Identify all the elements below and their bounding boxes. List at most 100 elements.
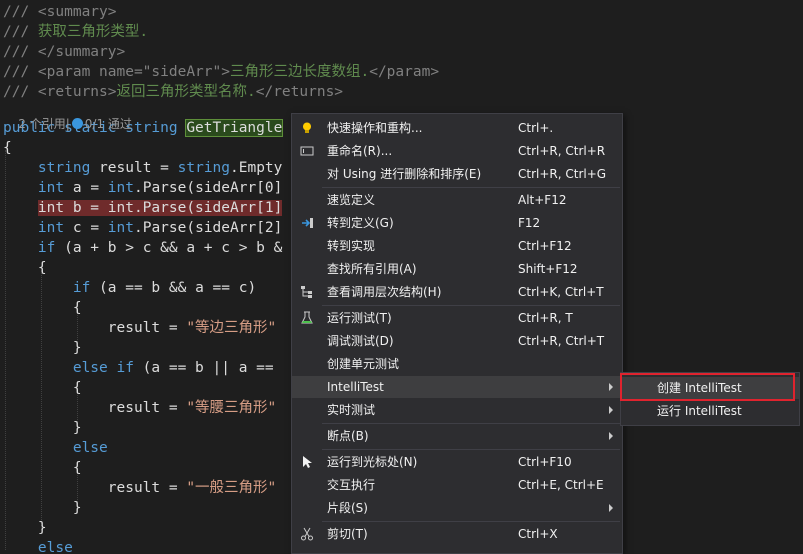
- menu-item-label: 转到实现: [327, 239, 376, 253]
- codelens-separator: |: [65, 117, 70, 131]
- menu-item-label: 对 Using 进行删除和排序(E): [327, 167, 482, 181]
- code-line[interactable]: if (a == b && a == c): [3, 278, 256, 298]
- menu-item-quick-actions[interactable]: 快速操作和重构... Ctrl+.: [292, 117, 622, 139]
- menu-item-live-testing[interactable]: 实时测试: [292, 399, 622, 421]
- code-line[interactable]: }: [3, 338, 82, 358]
- menu-item-label: 交互执行: [327, 478, 376, 492]
- code-line[interactable]: else if (a == b || a ==: [3, 358, 274, 378]
- cursor-arrow-icon: [300, 455, 314, 469]
- submenu-arrow-icon: [609, 504, 613, 512]
- code-token: 返回三角形类型名称.: [116, 84, 256, 100]
- code-line[interactable]: else: [3, 538, 73, 552]
- code-token: {: [3, 460, 82, 476]
- menu-item-cut[interactable]: 剪切(T) Ctrl+X: [292, 523, 622, 545]
- code-line[interactable]: /// </summary>: [3, 42, 125, 62]
- code-line[interactable]: {: [3, 298, 82, 318]
- menu-item-snippet[interactable]: 片段(S): [292, 497, 622, 519]
- menu-separator: [322, 305, 620, 306]
- menu-item-find-all-references[interactable]: 查找所有引用(A) Shift+F12: [292, 258, 622, 280]
- code-token: (a == b || a ==: [133, 360, 274, 376]
- code-token: <returns>: [37, 84, 117, 100]
- menu-item-call-hierarchy[interactable]: 查看调用层次结构(H) Ctrl+K, Ctrl+T: [292, 281, 622, 303]
- code-token: }: [3, 340, 82, 356]
- code-token: }: [3, 520, 47, 536]
- code-token: int: [107, 220, 134, 236]
- menu-item-run-to-cursor[interactable]: 运行到光标处(N) Ctrl+F10: [292, 451, 622, 473]
- menu-item-shortcut: Ctrl+R, Ctrl+T: [518, 334, 605, 348]
- scissors-icon: [300, 527, 314, 541]
- code-token: int: [107, 180, 134, 196]
- code-token: else: [37, 540, 73, 552]
- code-line[interactable]: {: [3, 378, 82, 398]
- code-token: </summary>: [37, 44, 126, 60]
- menu-item-organize-usings[interactable]: 对 Using 进行删除和排序(E) Ctrl+R, Ctrl+G: [292, 163, 622, 185]
- code-token: (a + b > c && a + c > b &: [55, 240, 283, 256]
- code-line[interactable]: }: [3, 518, 47, 538]
- code-line[interactable]: int c = int.Parse(sideArr[2]: [3, 218, 282, 238]
- codelens-references[interactable]: 2 个引用: [18, 117, 65, 131]
- code-token: 获取三角形类型.: [37, 24, 149, 40]
- codelens[interactable]: 2 个引用| 0/1 通过: [3, 100, 132, 131]
- code-token: result =: [90, 160, 178, 176]
- menu-item-create-unit-tests[interactable]: 创建单元测试: [292, 353, 622, 375]
- code-token: </returns>: [255, 84, 344, 100]
- code-line[interactable]: {: [3, 258, 47, 278]
- code-line[interactable]: result = "一般三角形": [3, 478, 277, 498]
- menu-item-interactive[interactable]: 交互执行 Ctrl+E, Ctrl+E: [292, 474, 622, 496]
- code-token: "等腰三角形": [186, 400, 277, 416]
- menu-item-shortcut: Ctrl+R, Ctrl+G: [518, 167, 607, 181]
- code-token: ///: [3, 44, 38, 60]
- code-line[interactable]: string result = string.Empty: [3, 158, 282, 178]
- code-token: .Parse(sideArr[0]: [133, 180, 283, 196]
- code-line[interactable]: /// <summary>: [3, 2, 117, 22]
- code-line[interactable]: result = "等边三角形": [3, 318, 277, 338]
- codelens-tests[interactable]: 0/1 通过: [85, 117, 132, 131]
- code-line[interactable]: /// 获取三角形类型.: [3, 22, 148, 42]
- code-line[interactable]: }: [3, 418, 82, 438]
- menu-item-label: 创建单元测试: [327, 357, 400, 371]
- menu-item-shortcut: Ctrl+K, Ctrl+T: [518, 285, 604, 299]
- menu-item-breakpoint[interactable]: 断点(B): [292, 425, 622, 447]
- code-token: }: [3, 420, 82, 436]
- code-line[interactable]: result = "等腰三角形": [3, 398, 277, 418]
- lightbulb-icon: [300, 121, 314, 135]
- code-line[interactable]: /// <returns>返回三角形类型名称.</returns>: [3, 82, 343, 102]
- menu-item-shortcut: Ctrl+E, Ctrl+E: [518, 478, 604, 492]
- submenu-item-label: 创建 IntelliTest: [657, 381, 742, 395]
- code-token: ///: [3, 64, 38, 80]
- code-line[interactable]: }: [3, 498, 82, 518]
- code-line[interactable]: /// <param name="sideArr">三角形三边长度数组.</pa…: [3, 62, 439, 82]
- menu-item-shortcut: Alt+F12: [518, 193, 567, 207]
- submenu-item-run-intellitest[interactable]: 运行 IntelliTest: [621, 400, 799, 422]
- menu-item-shortcut: Ctrl+F10: [518, 455, 572, 469]
- code-line[interactable]: int a = int.Parse(sideArr[0]: [3, 178, 282, 198]
- menu-item-label: 片段(S): [327, 501, 368, 515]
- menu-item-shortcut: Ctrl+R, T: [518, 311, 573, 325]
- menu-item-go-to-implementation[interactable]: 转到实现 Ctrl+F12: [292, 235, 622, 257]
- menu-item-rename[interactable]: 重命名(R)... Ctrl+R, Ctrl+R: [292, 140, 622, 162]
- menu-item-peek-definition[interactable]: 速览定义 Alt+F12: [292, 189, 622, 211]
- code-token: ///: [3, 4, 38, 20]
- code-line[interactable]: {: [3, 458, 82, 478]
- menu-item-debug-tests[interactable]: 调试测试(D) Ctrl+R, Ctrl+T: [292, 330, 622, 352]
- code-token: GetTriangle: [185, 119, 284, 137]
- menu-item-run-tests[interactable]: 运行测试(T) Ctrl+R, T: [292, 307, 622, 329]
- menu-item-intellitest[interactable]: IntelliTest: [292, 376, 622, 398]
- menu-item-go-to-definition[interactable]: 转到定义(G) F12: [292, 212, 622, 234]
- menu-item-shortcut: Ctrl+F12: [518, 239, 572, 253]
- menu-separator: [322, 423, 620, 424]
- code-line[interactable]: if (a + b > c && a + c > b &: [3, 238, 282, 258]
- menu-separator: [322, 187, 620, 188]
- code-token: string: [37, 160, 91, 176]
- submenu-arrow-icon: [609, 406, 613, 414]
- submenu-item-create-intellitest[interactable]: 创建 IntelliTest: [621, 377, 799, 399]
- menu-item-label: 查看调用层次结构(H): [327, 285, 442, 299]
- menu-item-label: 调试测试(D): [327, 334, 394, 348]
- code-token: "等边三角形": [186, 320, 277, 336]
- code-line[interactable]: int b = int.Parse(sideArr[1]: [3, 198, 283, 218]
- code-token: .Parse(sideArr[2]: [133, 220, 283, 236]
- code-line[interactable]: else: [3, 438, 108, 458]
